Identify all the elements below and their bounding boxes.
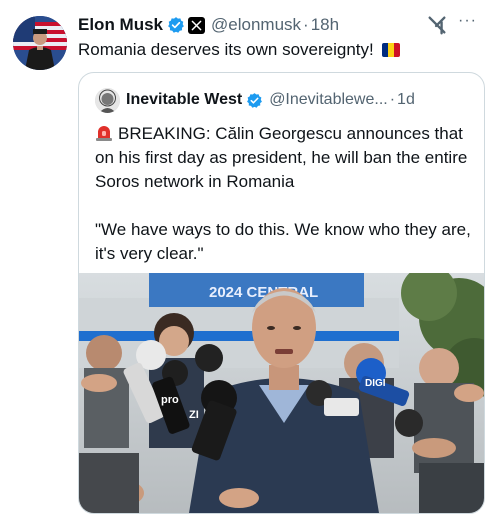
- mic-label-3: DIGI: [365, 378, 386, 389]
- author-avatar[interactable]: [13, 16, 67, 70]
- quoted-tweet-header: Inevitable West @Inevitablewe... · 1d: [95, 87, 415, 113]
- mic-label-1: pro: [161, 394, 179, 406]
- quoted-author-handle: @Inevitablewe...: [269, 91, 388, 108]
- news-photo[interactable]: 2024 CENTRAL pro ZI DIGI: [79, 273, 484, 513]
- author-handle[interactable]: @elonmusk: [211, 15, 301, 35]
- headline-text: BREAKING: Călin Georgescu announces that…: [95, 124, 468, 191]
- author-name[interactable]: Elon Musk: [78, 15, 163, 35]
- separator: ·: [389, 91, 396, 108]
- verified-badge-icon: [167, 16, 185, 34]
- quoted-tweet-time: 1d: [397, 91, 415, 108]
- tweet-time[interactable]: 18h: [311, 15, 339, 35]
- quoted-author-avatar: [95, 87, 120, 113]
- separator: ·: [303, 15, 309, 34]
- siren-icon: [95, 123, 113, 142]
- romania-flag-icon: [381, 43, 400, 57]
- quoted-tweet-text: BREAKING: Călin Georgescu announces that…: [95, 122, 475, 266]
- tweet-header: Elon Musk @elonmusk · 18h: [78, 14, 339, 36]
- quoted-tweet-card[interactable]: Inevitable West @Inevitablewe... · 1d BR…: [78, 72, 485, 514]
- quoted-author-name: Inevitable West: [126, 91, 243, 108]
- verified-badge-icon: [246, 92, 263, 109]
- tweet-text: Romania deserves its own sovereignty!: [78, 40, 400, 60]
- mic-label-2: ZI: [189, 409, 199, 421]
- x-affiliation-icon: [188, 16, 206, 34]
- tweet-text-content: Romania deserves its own sovereignty!: [78, 40, 374, 59]
- more-options-icon[interactable]: ···: [458, 12, 477, 30]
- breaking-line: BREAKING: Călin Georgescu announces that…: [95, 122, 475, 194]
- quote-text: "We have ways to do this. We know who th…: [95, 220, 471, 263]
- grok-icon[interactable]: [426, 14, 448, 36]
